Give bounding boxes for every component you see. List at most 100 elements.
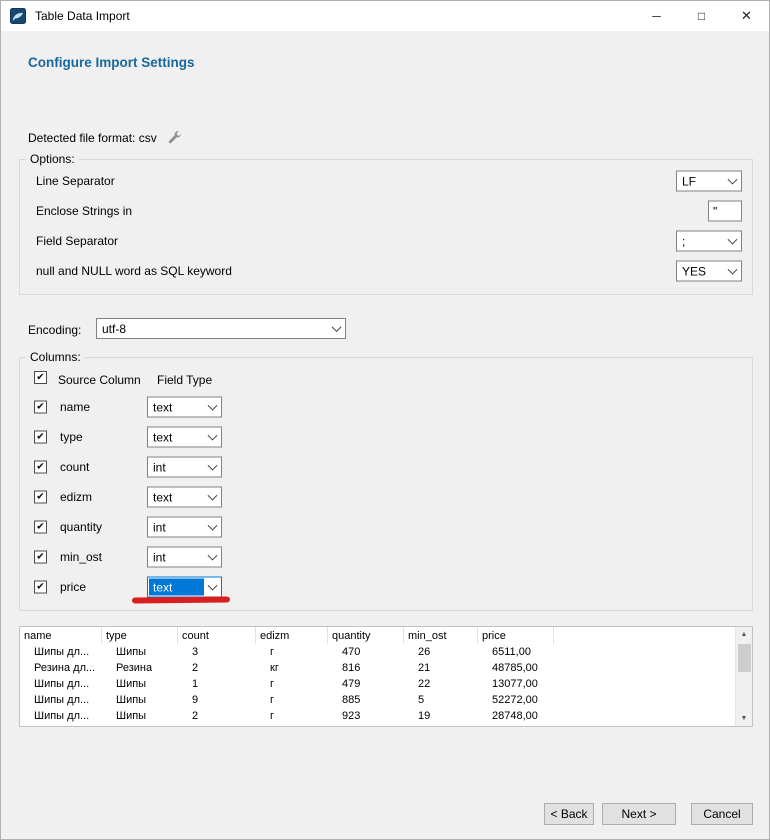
column-row: ✔ quantity int — [20, 512, 752, 542]
option-label: Line Separator — [36, 174, 115, 188]
titlebar[interactable]: Table Data Import ─ □ ✕ — [1, 1, 769, 31]
preview-cell: 48785,00 — [478, 660, 554, 676]
column-row: ✔ type text — [20, 422, 752, 452]
check-icon: ✔ — [36, 582, 44, 592]
select-value: text — [148, 490, 204, 504]
option-row: Field Separator; — [20, 226, 752, 256]
chevron-down-icon — [204, 398, 221, 417]
source-column-header-label: Source Column — [58, 373, 141, 387]
detected-format-label: Detected file format: csv — [28, 131, 157, 145]
close-button[interactable]: ✕ — [724, 1, 769, 31]
column-checkbox-name[interactable]: ✔ — [34, 401, 47, 414]
preview-cell: 885 — [328, 692, 404, 708]
column-name-label: type — [60, 430, 83, 444]
option-label: null and NULL word as SQL keyword — [36, 264, 232, 278]
options-group: Options: Line SeparatorLFEnclose Strings… — [19, 152, 753, 295]
preview-row: Шипы дл...Шипы2г9231928748,00 — [20, 708, 735, 724]
window-title: Table Data Import — [35, 9, 130, 23]
table-data-import-window: Table Data Import ─ □ ✕ Configure Import… — [0, 0, 770, 840]
encoding-select[interactable]: utf-8 — [96, 318, 346, 339]
column-checkbox-edizm[interactable]: ✔ — [34, 491, 47, 504]
preview-cell: г — [256, 692, 328, 708]
preview-header-cell: quantity — [328, 627, 404, 644]
preview-cell: 19 — [404, 708, 478, 724]
option-row: Line Separator LF — [20, 166, 752, 196]
back-button[interactable]: < Back — [544, 803, 594, 825]
select-value: text — [148, 400, 204, 414]
column-name-label: name — [60, 400, 90, 414]
preview-cell: г — [256, 676, 328, 692]
preview-header-cell: type — [102, 627, 178, 644]
preview-cell: 28748,00 — [478, 708, 554, 724]
scroll-down-button[interactable]: ▼ — [736, 711, 752, 726]
chevron-down-icon — [328, 319, 345, 338]
preview-header-cell: edizm — [256, 627, 328, 644]
preview-cell: 13077,00 — [478, 676, 554, 692]
column-name-label: min_ost — [60, 550, 102, 564]
preview-content: nametypecountedizmquantitymin_ostprice Ш… — [20, 627, 735, 726]
preview-cell: г — [256, 644, 328, 660]
line-separator-select[interactable]: LF — [676, 171, 742, 192]
options-legend: Options: — [26, 152, 79, 166]
preview-cell: 52272,00 — [478, 692, 554, 708]
minimize-button[interactable]: ─ — [634, 1, 679, 31]
select-value: utf-8 — [97, 322, 328, 336]
column-name-label: quantity — [60, 520, 102, 534]
null-keyword-select[interactable]: YES — [676, 261, 742, 282]
preview-row: Шипы дл...Шипы9г885552272,00 — [20, 692, 735, 708]
preview-header: nametypecountedizmquantitymin_ostprice — [20, 627, 735, 644]
field-type-type-select[interactable]: text — [147, 427, 222, 448]
field-type-price-select[interactable]: text — [147, 577, 222, 598]
source-column-header-checkbox[interactable]: ✔ — [34, 371, 47, 384]
preview-cell: 5 — [404, 692, 478, 708]
preview-row: Шипы дл...Шипы3г470266511,00 — [20, 644, 735, 660]
check-icon: ✔ — [36, 462, 44, 472]
field-type-edizm-select[interactable]: text — [147, 487, 222, 508]
select-value: int — [148, 460, 204, 474]
column-checkbox-min_ost[interactable]: ✔ — [34, 551, 47, 564]
next-button[interactable]: Next > — [602, 803, 676, 825]
column-row: ✔ price text — [20, 572, 752, 602]
select-value: text — [148, 430, 204, 444]
preview-header-filler — [554, 627, 735, 644]
field-type-min_ost-select[interactable]: int — [147, 547, 222, 568]
scroll-up-button[interactable]: ▲ — [736, 627, 752, 642]
field-type-count-select[interactable]: int — [147, 457, 222, 478]
column-checkbox-price[interactable]: ✔ — [34, 581, 47, 594]
mysql-workbench-icon — [10, 8, 26, 24]
encoding-label: Encoding: — [28, 323, 81, 337]
preview-header-cell: count — [178, 627, 256, 644]
column-row: ✔ name text — [20, 392, 752, 422]
maximize-button[interactable]: □ — [679, 1, 724, 31]
preview-cell: 1 — [178, 676, 256, 692]
chevron-down-icon — [724, 262, 741, 281]
preview-cell: г — [256, 708, 328, 724]
column-row: ✔ min_ost int — [20, 542, 752, 572]
preview-cell: кг — [256, 660, 328, 676]
scroll-thumb[interactable] — [738, 644, 751, 672]
preview-cell: 3 — [178, 644, 256, 660]
select-value: LF — [677, 174, 724, 188]
column-checkbox-type[interactable]: ✔ — [34, 431, 47, 444]
field-type-quantity-select[interactable]: int — [147, 517, 222, 538]
chevron-down-icon — [204, 428, 221, 447]
check-icon: ✔ — [36, 373, 44, 383]
preview-table: nametypecountedizmquantitymin_ostprice Ш… — [19, 626, 753, 727]
enclose-strings-input[interactable]: " — [708, 201, 742, 222]
columns-rows: ✔nametext✔typetext✔countint✔edizmtext✔qu… — [20, 392, 752, 602]
field-type-name-select[interactable]: text — [147, 397, 222, 418]
preview-scrollbar[interactable]: ▲ ▼ — [735, 627, 752, 726]
column-checkbox-count[interactable]: ✔ — [34, 461, 47, 474]
select-value: int — [148, 520, 204, 534]
preview-cell: 479 — [328, 676, 404, 692]
cancel-button[interactable]: Cancel — [691, 803, 753, 825]
preview-cell: 21 — [404, 660, 478, 676]
check-icon: ✔ — [36, 432, 44, 442]
preview-cell: 923 — [328, 708, 404, 724]
preview-cell: 9 — [178, 692, 256, 708]
preview-cell: Шипы — [102, 708, 178, 724]
preview-header-cell: min_ost — [404, 627, 478, 644]
column-checkbox-quantity[interactable]: ✔ — [34, 521, 47, 534]
column-name-label: price — [60, 580, 86, 594]
field-separator-select[interactable]: ; — [676, 231, 742, 252]
